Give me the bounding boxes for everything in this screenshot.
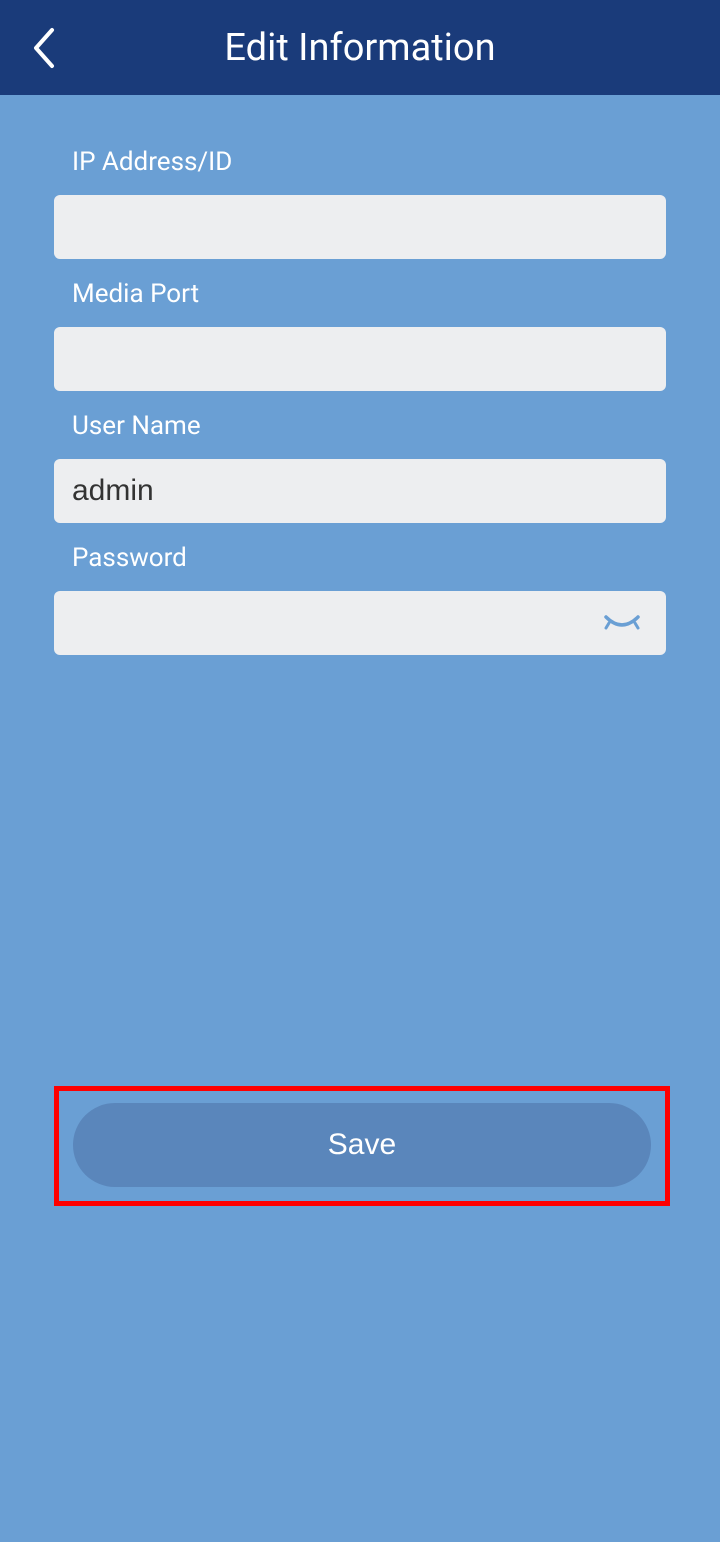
password-input[interactable]	[54, 591, 666, 655]
ip-address-input[interactable]	[54, 195, 666, 259]
form-group-media-port: Media Port	[54, 279, 666, 391]
ip-address-label: IP Address/ID	[54, 147, 666, 177]
password-label: Password	[54, 543, 666, 573]
eye-closed-icon	[603, 611, 641, 635]
toggle-password-visibility[interactable]	[603, 611, 641, 635]
save-button-highlight: Save	[54, 1086, 670, 1206]
form-group-password: Password	[54, 543, 666, 655]
page-title: Edit Information	[0, 26, 720, 70]
user-name-input[interactable]	[54, 459, 666, 523]
media-port-label: Media Port	[54, 279, 666, 309]
media-port-input[interactable]	[54, 327, 666, 391]
back-button[interactable]	[30, 26, 60, 70]
form-container: IP Address/ID Media Port User Name Passw…	[0, 95, 720, 655]
header: Edit Information	[0, 0, 720, 95]
chevron-left-icon	[30, 26, 60, 70]
user-name-label: User Name	[54, 411, 666, 441]
save-button[interactable]: Save	[73, 1103, 651, 1187]
form-group-user-name: User Name	[54, 411, 666, 523]
form-group-ip-address: IP Address/ID	[54, 147, 666, 259]
password-wrapper	[54, 591, 666, 655]
